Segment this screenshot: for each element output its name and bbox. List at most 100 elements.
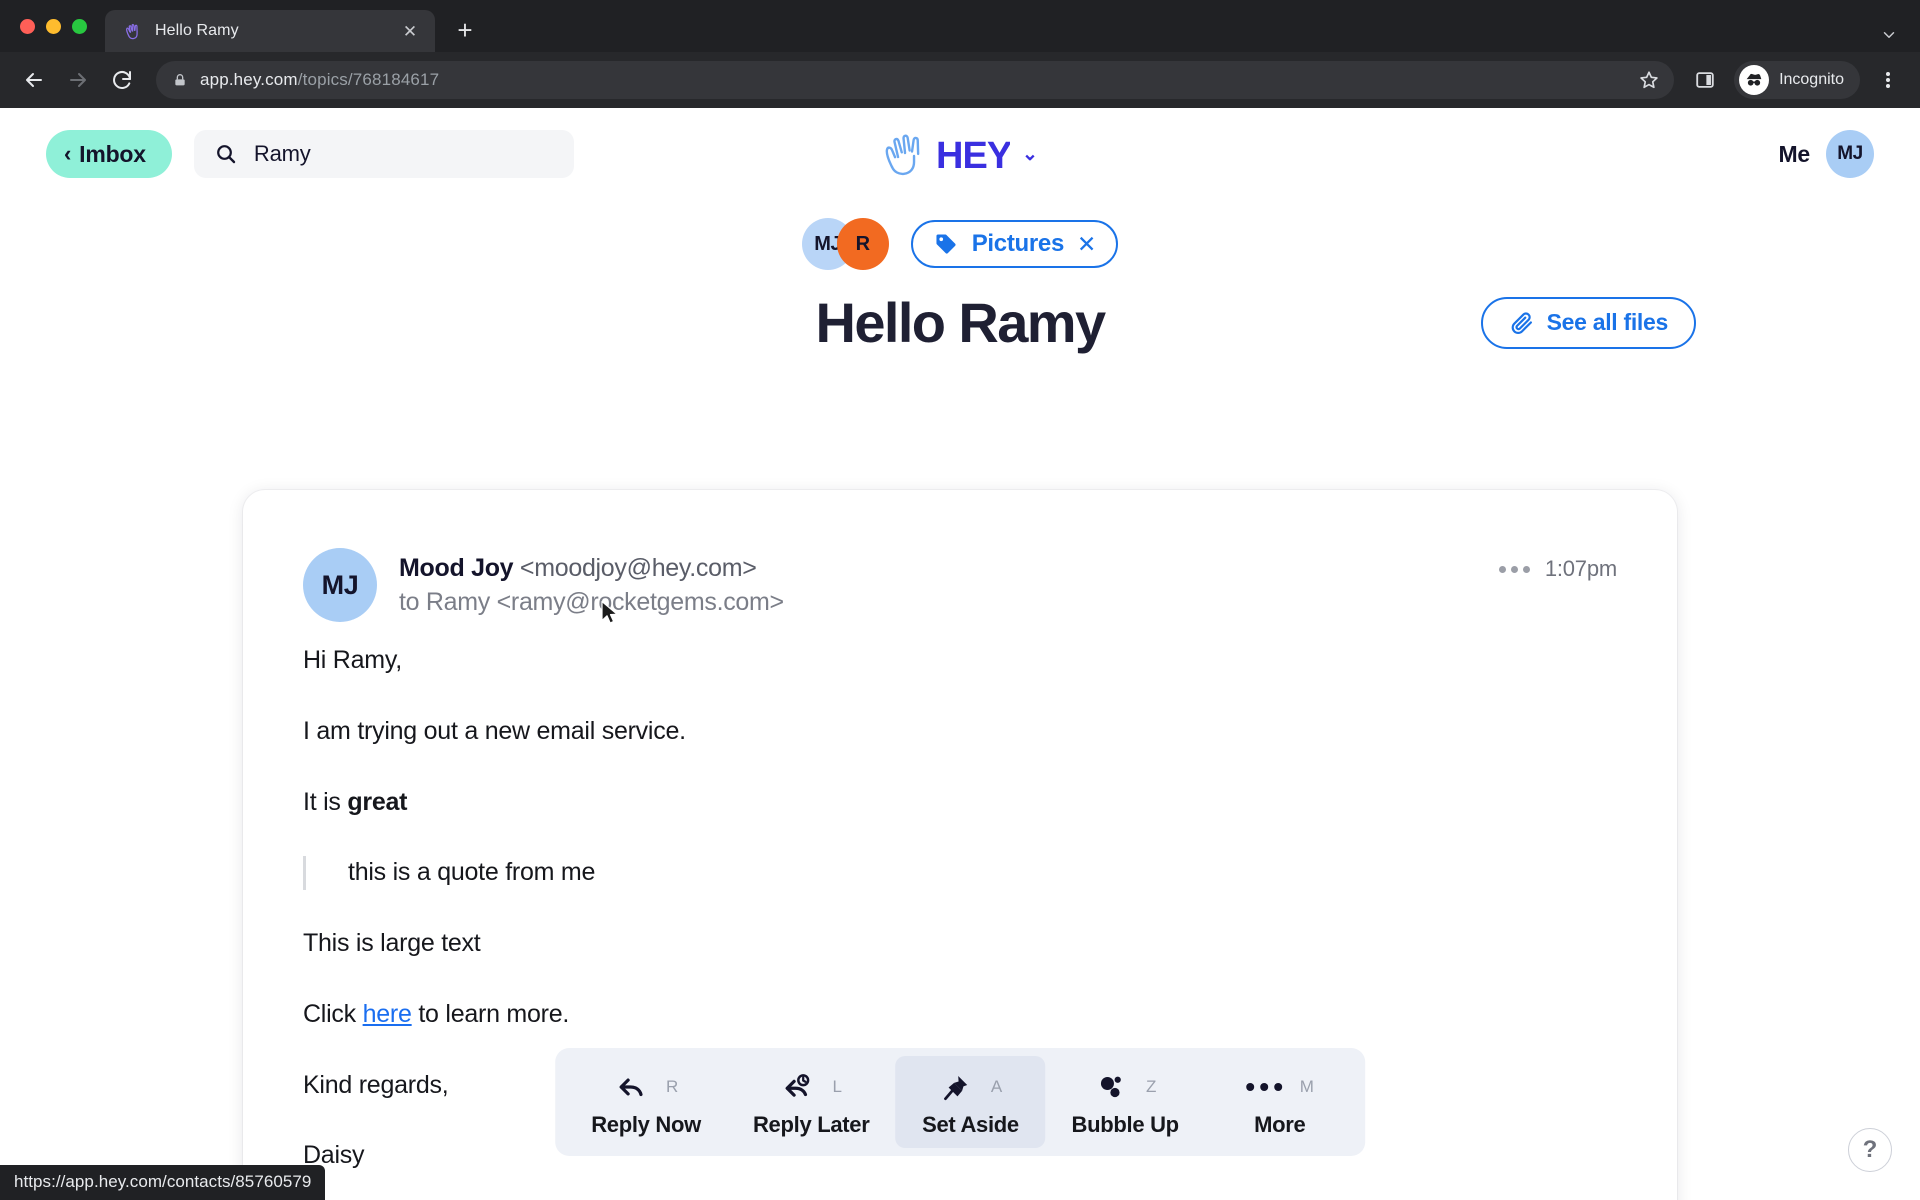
action-label: Bubble Up [1071, 1112, 1180, 1137]
action-label: More [1254, 1112, 1306, 1137]
email-header: MJ Mood Joy <moodjoy@hey.com> to Ramy <r… [303, 548, 1617, 622]
tag-icon [936, 234, 956, 254]
me-label[interactable]: Me [1778, 141, 1810, 168]
url-host: app.hey.com [200, 70, 298, 89]
email-bold-word: great [347, 787, 408, 816]
email-sender-line: Mood Joy <moodjoy@hey.com> [399, 552, 784, 586]
search-icon [216, 145, 236, 164]
action-reply-later[interactable]: L Reply Later [727, 1056, 896, 1148]
email-link-suffix: to learn more. [411, 999, 570, 1028]
ellipsis-icon [1245, 1083, 1282, 1091]
email-blockquote: this is a quote from me [303, 856, 1617, 890]
address-bar[interactable]: app.hey.com/topics/768184617 [156, 61, 1675, 99]
bubbles-icon [1100, 1076, 1121, 1098]
forward-arrow-icon[interactable] [58, 60, 98, 100]
browser-tab-title: Hello Ramy [155, 22, 239, 39]
email-link-paragraph: Click here to learn more. [303, 998, 1617, 1032]
back-arrow-icon[interactable] [14, 60, 54, 100]
window-minimize-button[interactable] [46, 18, 61, 34]
email-header-text: Mood Joy <moodjoy@hey.com> to Ramy <ramy… [399, 548, 784, 619]
action-icon-row: M [1245, 1068, 1314, 1106]
action-shortcut-key: M [1299, 1077, 1314, 1096]
hey-logo[interactable]: HEY ⌄ [882, 129, 1038, 179]
action-icon-row: R [614, 1068, 678, 1106]
action-shortcut-key: A [990, 1077, 1003, 1096]
action-icon-row: L [781, 1068, 842, 1106]
email-paragraph: I am trying out a new email service. [303, 716, 686, 745]
hey-app-page: ‹ Imbox Ramy HEY ⌄ Me MJ MJ R Pictures ✕… [0, 108, 1920, 1200]
page-title: Hello Ramy [815, 291, 1107, 354]
chevron-down-icon[interactable] [1880, 26, 1898, 44]
window-close-button[interactable] [20, 18, 35, 34]
see-all-files-label: See all files [1546, 309, 1669, 336]
browser-chrome: Hello Ramy ✕ + app.hey.com/topics/768184… [0, 0, 1920, 108]
chevron-down-icon[interactable]: ⌄ [1022, 143, 1038, 166]
chevron-left-icon: ‹ [64, 141, 72, 166]
svg-text:HEY: HEY [936, 135, 1010, 177]
avatar[interactable]: MJ [1826, 130, 1874, 178]
email-sender-name[interactable]: Mood Joy [399, 554, 514, 582]
incognito-label: Incognito [1779, 71, 1844, 88]
browser-toolbar: app.hey.com/topics/768184617 Incognito [0, 52, 1920, 108]
tab-close-icon[interactable]: ✕ [397, 18, 423, 44]
incognito-spy-icon [1739, 65, 1770, 95]
action-reply-now[interactable]: R Reply Now [565, 1056, 727, 1148]
ellipsis-icon[interactable] [1498, 565, 1530, 573]
email-large-text: This is large text [303, 929, 481, 957]
browser-tabstrip: Hello Ramy ✕ + [0, 0, 1920, 52]
see-all-files-button[interactable]: See all files [1480, 296, 1696, 349]
email-recipient-line: to Ramy <ramy@rocketgems.com> [399, 587, 784, 616]
email-action-toolbar: R Reply Now L Reply Later A Set Aside Z … [555, 1048, 1365, 1156]
app-header: ‹ Imbox Ramy HEY ⌄ Me MJ [0, 108, 1920, 200]
help-button[interactable]: ? [1848, 1128, 1892, 1172]
url-path: /topics/768184617 [297, 70, 440, 89]
email-paragraph-prefix: It is [303, 787, 348, 816]
side-panel-icon[interactable] [1686, 61, 1724, 99]
search-input[interactable]: Ramy [193, 130, 574, 178]
close-icon[interactable]: ✕ [1077, 232, 1096, 256]
action-label: Reply Now [591, 1112, 701, 1137]
header-account-area: Me MJ [1778, 130, 1874, 178]
action-set-aside[interactable]: A Set Aside [895, 1056, 1046, 1148]
email-meta: 1:07pm [1498, 548, 1617, 582]
paperclip-icon [1511, 312, 1532, 334]
reply-arrow-icon [619, 1078, 643, 1097]
kebab-menu-icon[interactable] [1870, 60, 1906, 100]
action-more[interactable]: M More [1205, 1056, 1355, 1148]
lock-icon [175, 74, 185, 86]
topic-title-row: Hello Ramy See all files [0, 292, 1920, 354]
back-to-imbox-label: Imbox [79, 140, 146, 167]
email-link-prefix: Click [303, 999, 363, 1028]
window-traffic-lights [14, 0, 105, 52]
waving-hand-icon: HEY [885, 134, 1010, 177]
action-bubble-up[interactable]: Z Bubble Up [1046, 1056, 1205, 1148]
email-quote-text: this is a quote from me [348, 858, 596, 887]
email-paragraph-bold: It is great [303, 786, 1617, 820]
question-mark-icon: ? [1862, 1136, 1878, 1163]
email-inline-link[interactable]: here [363, 1000, 412, 1028]
search-input-value: Ramy [253, 141, 311, 166]
avatar[interactable]: R [836, 218, 889, 270]
topic-tag-pictures[interactable]: Pictures ✕ [910, 220, 1119, 268]
hey-hand-icon [126, 24, 138, 40]
bookmark-star-icon[interactable] [1630, 61, 1668, 99]
back-to-imbox-button[interactable]: ‹ Imbox [46, 130, 172, 178]
reply-clock-icon [785, 1074, 810, 1097]
browser-tab[interactable]: Hello Ramy ✕ [105, 10, 435, 52]
reload-icon[interactable] [102, 60, 142, 100]
incognito-indicator[interactable]: Incognito [1734, 61, 1860, 99]
email-sender-address: <moodjoy@hey.com> [519, 554, 757, 582]
avatar[interactable]: MJ [303, 548, 377, 622]
action-shortcut-key: R [665, 1077, 679, 1096]
new-tab-button[interactable]: + [447, 12, 483, 48]
status-bar-link-preview: https://app.hey.com/contacts/85760579 [0, 1165, 326, 1200]
email-greeting: Hi Ramy, [303, 646, 402, 674]
address-bar-url: app.hey.com/topics/768184617 [200, 70, 439, 90]
email-timestamp: 1:07pm [1544, 556, 1617, 581]
participant-avatars[interactable]: MJ R [801, 218, 889, 270]
window-maximize-button[interactable] [72, 18, 87, 34]
topic-tag-row: MJ R Pictures ✕ [0, 218, 1920, 270]
topic-tag-label: Pictures [971, 230, 1065, 257]
action-label: Reply Later [752, 1112, 870, 1137]
action-label: Set Aside [922, 1112, 1019, 1137]
